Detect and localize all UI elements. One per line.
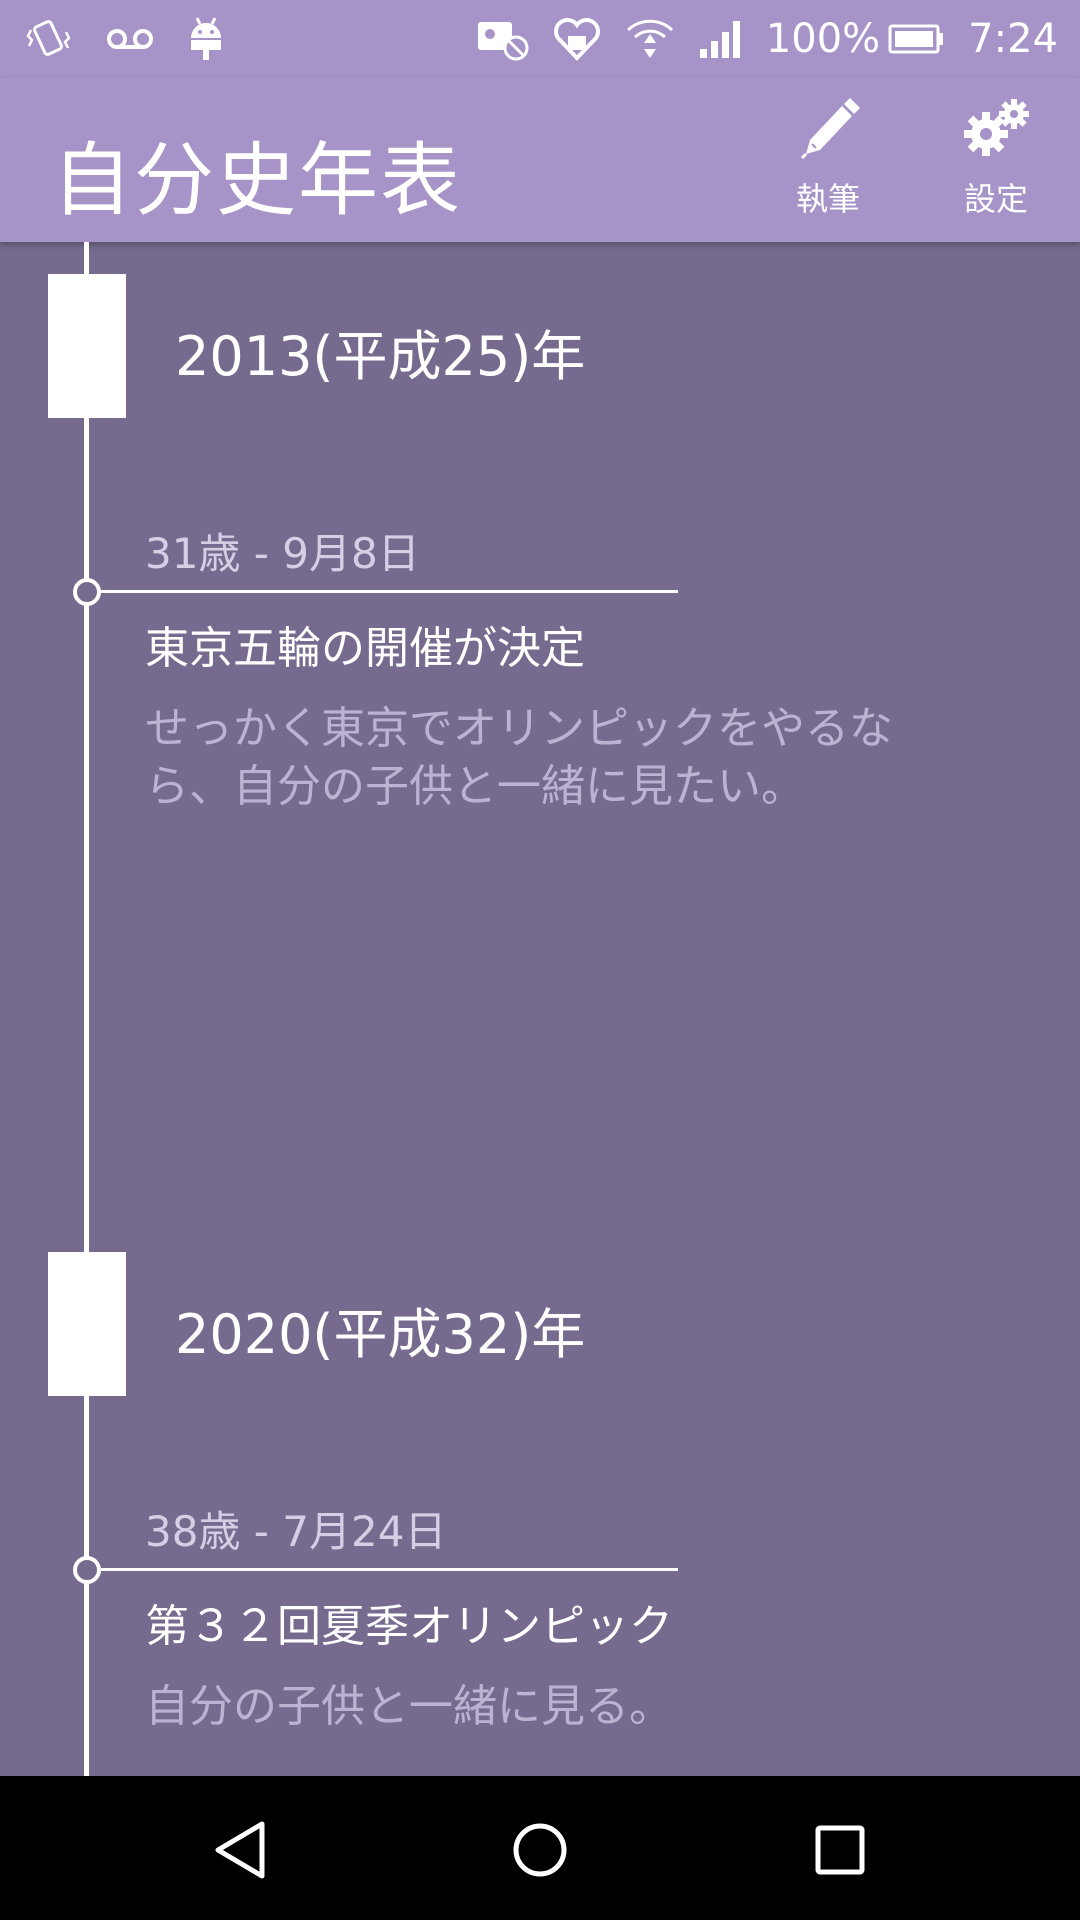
vibrate-icon bbox=[26, 16, 72, 62]
heart-icon bbox=[552, 16, 602, 62]
home-button[interactable] bbox=[504, 1816, 576, 1888]
write-label: 執筆 bbox=[795, 180, 860, 218]
event-date: 38歳 - 7月24日 bbox=[145, 1507, 447, 1556]
event-body: せっかく東京でオリンピックをやるな ら、自分の子供と一緒に見たい。 bbox=[145, 700, 985, 816]
status-left-icons bbox=[26, 0, 224, 78]
event-dot bbox=[73, 578, 101, 606]
year-heading: 2020(平成32)年 bbox=[175, 1303, 586, 1366]
signal-icon bbox=[698, 19, 744, 59]
battery-icon bbox=[888, 22, 946, 56]
event-dot bbox=[73, 1556, 101, 1584]
back-button[interactable] bbox=[204, 1816, 276, 1888]
event-title: 東京五輪の開催が決定 bbox=[145, 623, 585, 674]
year-marker bbox=[48, 1252, 126, 1396]
android-icon bbox=[188, 16, 224, 62]
event-divider bbox=[96, 590, 678, 593]
navigation-bar bbox=[0, 1776, 1080, 1920]
event-body-line: 自分の子供と一緒に見る。 bbox=[145, 1681, 673, 1732]
back-icon bbox=[210, 1818, 270, 1886]
settings-button[interactable]: 設定 bbox=[936, 96, 1056, 226]
event-body-line: ら、自分の子供と一緒に見たい。 bbox=[145, 761, 805, 812]
app-title: 自分史年表 bbox=[52, 134, 462, 227]
year-marker bbox=[48, 274, 126, 418]
home-icon bbox=[510, 1820, 570, 1884]
app-blocked-icon bbox=[476, 16, 530, 62]
battery-indicator: 100% bbox=[766, 16, 946, 62]
battery-percent: 100% bbox=[765, 16, 881, 62]
event-body-line: せっかく東京でオリンピックをやるな bbox=[145, 703, 893, 754]
timeline-spine bbox=[84, 242, 89, 1776]
status-right-icons: 100% 7:24 bbox=[476, 0, 1058, 78]
recents-icon bbox=[812, 1822, 868, 1882]
status-bar: 100% 7:24 bbox=[0, 0, 1080, 78]
app-bar: 自分史年表 執筆 設定 bbox=[0, 78, 1080, 242]
event-divider bbox=[96, 1568, 678, 1571]
write-button[interactable]: 執筆 bbox=[768, 96, 888, 226]
pen-icon bbox=[792, 96, 864, 166]
settings-label: 設定 bbox=[963, 180, 1028, 218]
gears-icon bbox=[960, 96, 1032, 166]
recents-button[interactable] bbox=[804, 1816, 876, 1888]
voicemail-icon bbox=[106, 24, 154, 54]
wifi-icon bbox=[624, 16, 676, 62]
timeline-list[interactable]: 2013(平成25)年 31歳 - 9月8日 東京五輪の開催が決定 せっかく東京… bbox=[0, 242, 1080, 1776]
clock: 7:24 bbox=[968, 16, 1058, 62]
event-date: 31歳 - 9月8日 bbox=[145, 529, 420, 578]
event-title: 第３２回夏季オリンピック bbox=[145, 1601, 673, 1652]
year-heading: 2013(平成25)年 bbox=[175, 325, 586, 388]
event-body: 自分の子供と一緒に見る。 bbox=[145, 1678, 985, 1736]
